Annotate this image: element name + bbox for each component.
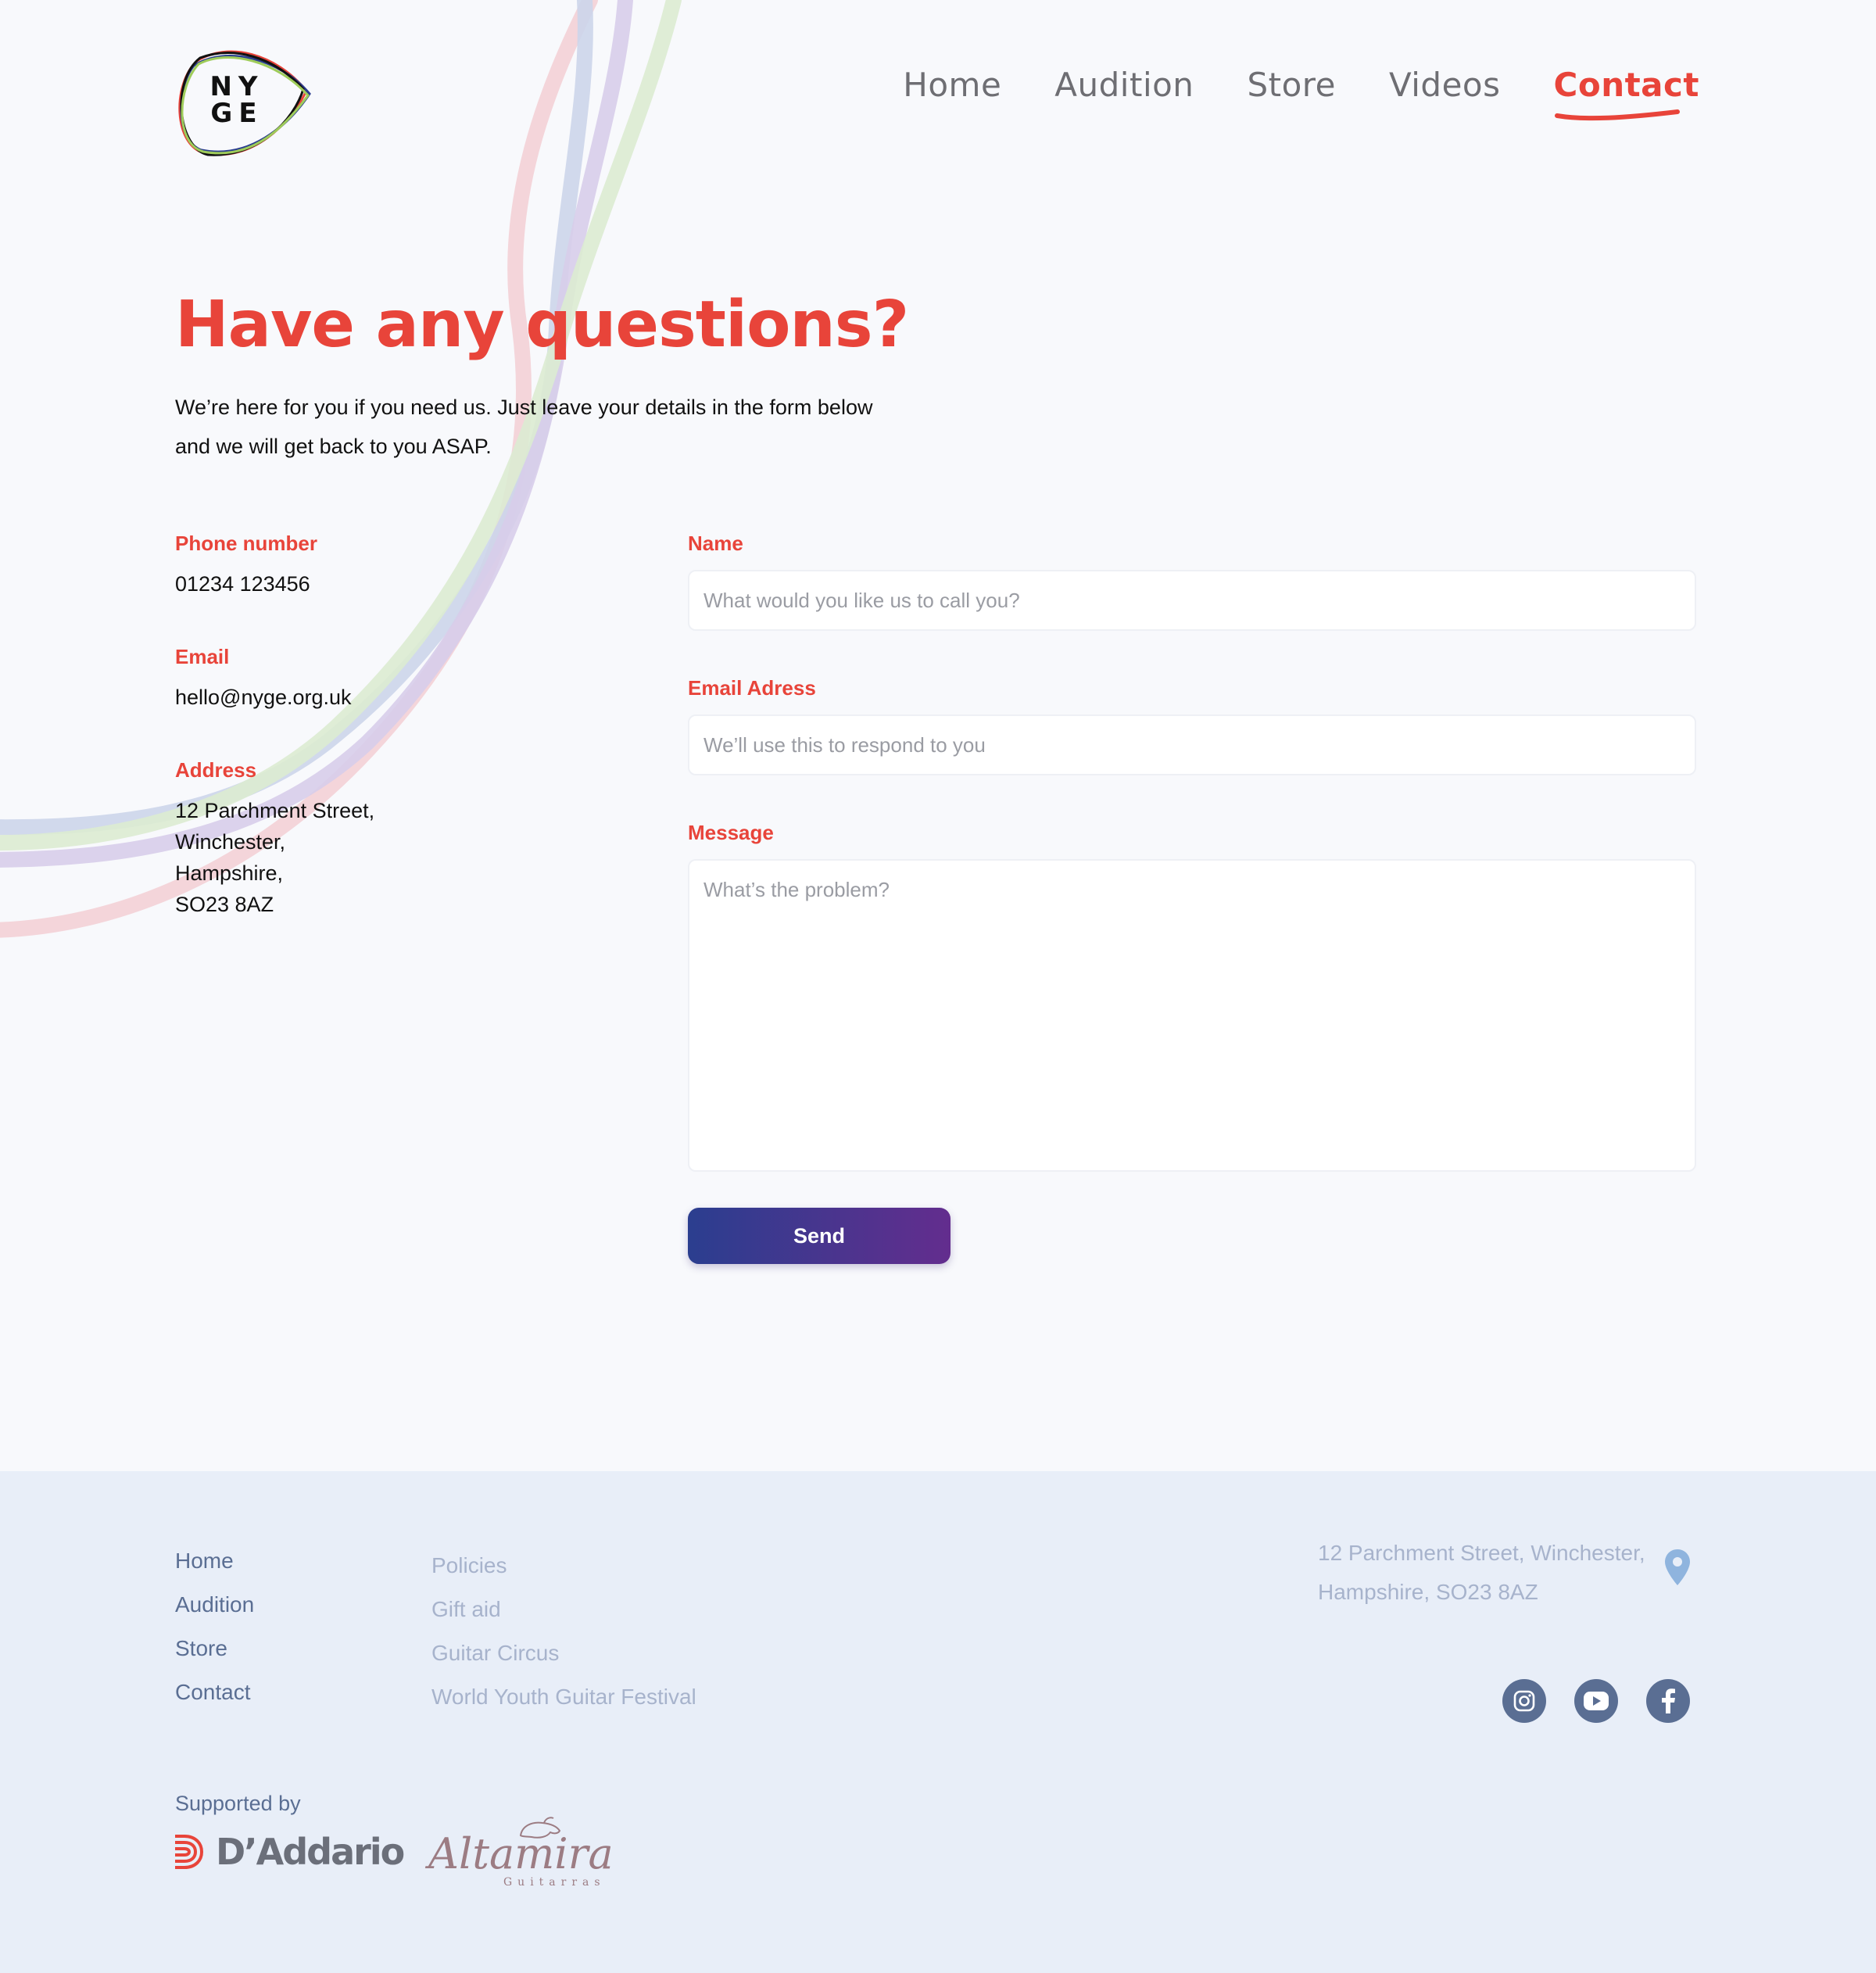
address-block: Address 12 Parchment Street, Winchester,… <box>175 758 613 920</box>
address-label: Address <box>175 758 257 782</box>
email-input[interactable] <box>688 714 1696 775</box>
footer-nav: Home Audition Store Contact <box>175 1549 254 1704</box>
nav-home[interactable]: Home <box>903 66 1001 104</box>
page-subtitle: We’re here for you if you need us. Just … <box>175 388 957 466</box>
email-block: Email hello@nyge.org.uk <box>175 645 613 713</box>
daddario-mark-icon <box>175 1835 204 1869</box>
nav-videos[interactable]: Videos <box>1389 66 1501 104</box>
subtitle-line-2: and we will get back to you ASAP. <box>175 435 492 458</box>
nav-audition[interactable]: Audition <box>1054 66 1194 104</box>
daddario-logo[interactable]: D’Addario <box>174 1831 405 1873</box>
facebook-icon[interactable] <box>1646 1679 1690 1723</box>
phone-label: Phone number <box>175 532 318 555</box>
email-value[interactable]: hello@nyge.org.uk <box>175 682 613 713</box>
footer-link-audition[interactable]: Audition <box>175 1593 254 1617</box>
supported-by-label: Supported by <box>175 1792 301 1815</box>
altamira-wordmark: Altamira <box>428 1829 614 1878</box>
nav-store[interactable]: Store <box>1247 66 1336 104</box>
footer-link-store[interactable]: Store <box>175 1637 254 1660</box>
footer-link-contact[interactable]: Contact <box>175 1681 254 1704</box>
footer-link-home[interactable]: Home <box>175 1549 254 1573</box>
nav-contact[interactable]: Contact <box>1553 66 1699 121</box>
daddario-wordmark: D’Addario <box>216 1831 405 1873</box>
phone-block: Phone number 01234 123456 <box>175 532 613 600</box>
contact-form: Name Email Adress Message Send <box>688 532 1696 1264</box>
nav-contact-label: Contact <box>1553 66 1699 104</box>
footer-link-gift-aid[interactable]: Gift aid <box>431 1598 696 1621</box>
footer-address-line-1: 12 Parchment Street, Winchester, <box>1318 1541 1645 1565</box>
footer-link-policies[interactable]: Policies <box>431 1554 696 1577</box>
message-label: Message <box>688 821 774 844</box>
altamira-logo[interactable]: Altamira Guitarras <box>428 1815 614 1893</box>
email-label: Email <box>175 645 230 668</box>
send-button[interactable]: Send <box>688 1208 951 1264</box>
phone-value: 01234 123456 <box>175 572 310 596</box>
name-label: Name <box>688 532 743 555</box>
instagram-icon[interactable] <box>1502 1679 1546 1723</box>
address-line: Winchester, <box>175 830 286 854</box>
name-input[interactable] <box>688 570 1696 631</box>
nyge-logo[interactable]: NY GE <box>174 45 314 161</box>
footer-secondary-links: Policies Gift aid Guitar Circus World Yo… <box>431 1554 696 1709</box>
footer-link-guitar-circus[interactable]: Guitar Circus <box>431 1642 696 1665</box>
contact-info: Phone number 01234 123456 Email hello@ny… <box>175 532 613 920</box>
message-textarea[interactable] <box>688 859 1696 1172</box>
page-title: Have any questions? <box>175 288 909 362</box>
active-underline-icon <box>1554 109 1680 121</box>
address-line: Hampshire, <box>175 861 284 885</box>
footer-link-wygf[interactable]: World Youth Guitar Festival <box>431 1685 696 1709</box>
email-address-label: Email Adress <box>688 676 816 700</box>
social-links <box>1502 1679 1690 1723</box>
main-nav: Home Audition Store Videos Contact <box>903 66 1699 121</box>
footer-address-line-2: Hampshire, SO23 8AZ <box>1318 1580 1538 1604</box>
address-line: SO23 8AZ <box>175 893 274 916</box>
subtitle-line-1: We’re here for you if you need us. Just … <box>175 396 873 419</box>
footer-address: 12 Parchment Street, Winchester, Hampshi… <box>1318 1534 1677 1612</box>
logo-text: NY GE <box>209 71 264 129</box>
location-pin-icon[interactable] <box>1663 1548 1692 1587</box>
address-line: 12 Parchment Street, <box>175 799 375 822</box>
altamira-subtitle: Guitarras <box>503 1876 606 1889</box>
youtube-icon[interactable] <box>1574 1679 1618 1723</box>
